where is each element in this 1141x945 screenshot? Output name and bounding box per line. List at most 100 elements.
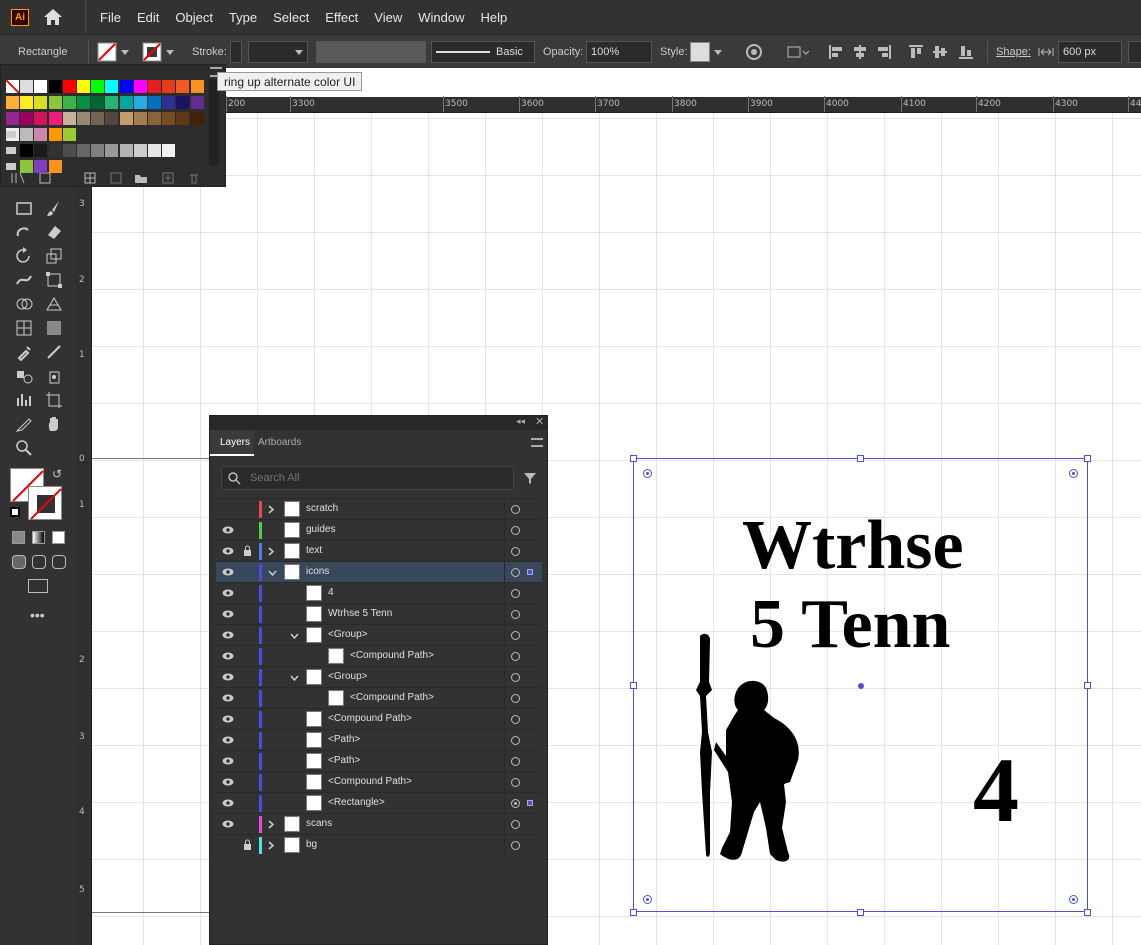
layer-row[interactable]: <Path> (216, 750, 542, 772)
color-swatch[interactable] (148, 80, 161, 93)
color-swatch[interactable] (105, 96, 119, 109)
color-swatch[interactable] (34, 112, 48, 125)
target-icon[interactable] (511, 526, 520, 535)
target-icon[interactable] (511, 589, 520, 598)
color-swatch[interactable] (119, 144, 133, 157)
shape-builder-icon[interactable] (14, 294, 34, 314)
gradient-tool-icon[interactable] (44, 318, 64, 338)
menu-type[interactable]: Type (221, 10, 265, 25)
target-icon[interactable] (511, 736, 520, 745)
resize-handle-nw[interactable] (630, 455, 637, 462)
align-to-icon[interactable] (786, 43, 810, 61)
layer-row[interactable]: <Group> (216, 666, 542, 688)
visibility-eye-icon[interactable] (222, 609, 234, 619)
eyedropper-tool-icon[interactable] (14, 342, 34, 362)
color-swatch[interactable] (162, 112, 176, 125)
color-swatch[interactable] (91, 80, 105, 93)
symbol-sprayer-icon[interactable] (44, 366, 64, 386)
resize-handle-sw[interactable] (630, 909, 637, 916)
panel-header[interactable]: ◂◂ ✕ (210, 416, 547, 430)
align-bottom-icon[interactable] (958, 43, 974, 61)
target-icon[interactable] (511, 568, 520, 577)
opacity-field[interactable]: 100% (586, 41, 652, 63)
rotate-tool-icon[interactable] (14, 246, 34, 266)
chevron-right-icon[interactable] (268, 547, 275, 556)
target-icon[interactable] (511, 841, 520, 850)
resize-handle-e[interactable] (1084, 682, 1091, 689)
visibility-eye-icon[interactable] (222, 819, 234, 829)
delete-swatch-icon[interactable] (188, 172, 200, 184)
color-swatch[interactable] (105, 80, 119, 93)
width-field[interactable]: 600 px (1058, 41, 1122, 63)
color-swatch[interactable] (48, 96, 62, 109)
fill-dropdown-icon[interactable] (121, 49, 129, 55)
home-icon[interactable] (42, 7, 64, 27)
visibility-eye-icon[interactable] (222, 714, 234, 724)
visibility-eye-icon[interactable] (222, 735, 234, 745)
variable-width-profile[interactable] (316, 41, 426, 63)
color-swatch[interactable] (48, 112, 62, 125)
color-swatch[interactable] (91, 112, 105, 125)
color-swatch[interactable] (119, 80, 133, 93)
color-swatch[interactable] (133, 80, 147, 93)
layer-row[interactable]: <Compound Path> (216, 708, 542, 730)
height-field[interactable] (1128, 41, 1141, 63)
color-swatch[interactable] (91, 96, 105, 109)
resize-handle-n[interactable] (857, 455, 864, 462)
draw-inside-icon[interactable] (52, 555, 66, 569)
target-icon[interactable] (511, 820, 520, 829)
draw-behind-icon[interactable] (32, 555, 46, 569)
stroke-stepper[interactable] (230, 41, 242, 63)
brush-definition[interactable]: Basic (431, 41, 535, 63)
color-swatch[interactable] (105, 144, 119, 157)
visibility-eye-icon[interactable] (222, 777, 234, 787)
color-swatch[interactable] (20, 128, 34, 141)
color-swatch[interactable] (176, 96, 190, 109)
target-icon[interactable] (511, 715, 520, 724)
color-swatch[interactable] (77, 112, 90, 125)
shaper-tool-icon[interactable] (14, 222, 34, 242)
hand-tool-icon[interactable] (44, 414, 64, 434)
paintbrush-tool-icon[interactable] (44, 198, 64, 218)
blend-tool-icon[interactable] (14, 366, 34, 386)
swap-colors-icon[interactable]: ↺ (52, 467, 62, 481)
lock-icon[interactable] (243, 545, 252, 556)
color-swatch[interactable] (6, 112, 19, 125)
visibility-eye-icon[interactable] (222, 798, 234, 808)
color-swatch[interactable] (62, 144, 76, 157)
rectangle-tool-icon[interactable] (14, 198, 34, 218)
collapse-panel-icon[interactable]: ◂◂ (516, 416, 525, 427)
color-swatch[interactable] (133, 144, 147, 157)
stroke-color-box[interactable] (28, 486, 62, 520)
draw-normal-icon[interactable] (12, 555, 26, 569)
layer-row[interactable]: <Compound Path> (216, 771, 542, 793)
visibility-eye-icon[interactable] (222, 525, 234, 535)
chevron-right-icon[interactable] (268, 841, 275, 850)
color-swatch[interactable] (20, 144, 34, 157)
visibility-toggle[interactable] (222, 504, 234, 514)
color-swatch[interactable] (91, 144, 105, 157)
chevron-right-icon[interactable] (268, 820, 275, 829)
color-swatch[interactable] (6, 80, 19, 93)
color-swatch[interactable] (6, 96, 19, 109)
place-swatches-icon[interactable] (39, 172, 53, 184)
corner-widget[interactable] (643, 469, 652, 478)
color-swatch[interactable] (190, 96, 204, 109)
layer-row[interactable]: <Compound Path> (216, 687, 542, 709)
visibility-eye-icon[interactable] (222, 567, 234, 577)
align-center-icon[interactable] (852, 43, 868, 61)
target-icon[interactable] (511, 652, 520, 661)
target-icon[interactable] (511, 778, 520, 787)
search-input[interactable] (250, 470, 500, 486)
color-swatch[interactable] (162, 144, 176, 157)
target-icon[interactable] (511, 547, 520, 556)
edit-toolbar-icon[interactable]: ••• (30, 607, 45, 623)
layer-row[interactable]: text (216, 540, 542, 562)
swatches-scrollbar[interactable] (209, 79, 219, 165)
layers-search[interactable] (221, 466, 514, 490)
chevron-down-icon[interactable] (290, 673, 299, 682)
lock-icon[interactable] (243, 839, 252, 850)
selection-bounding-box[interactable] (630, 455, 1091, 916)
color-swatch[interactable] (148, 112, 161, 125)
resize-handle-ne[interactable] (1084, 455, 1091, 462)
